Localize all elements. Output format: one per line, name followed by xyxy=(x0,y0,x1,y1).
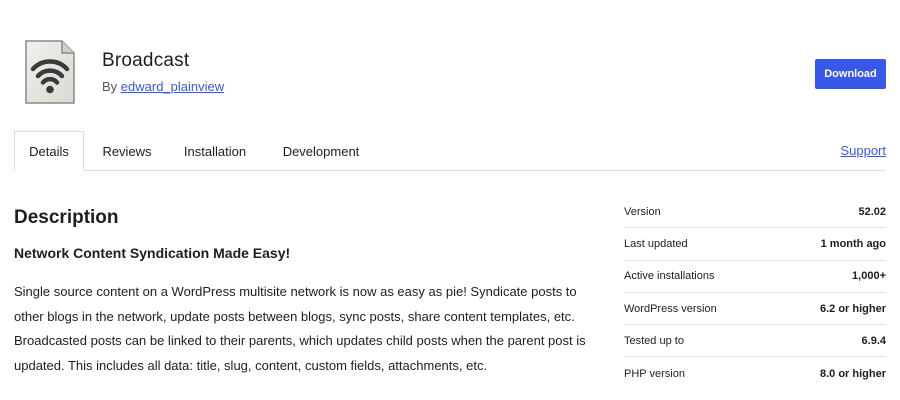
meta-row-active-installations: Active installations 1,000+ xyxy=(624,261,886,293)
support-link[interactable]: Support xyxy=(840,143,886,158)
meta-row-wordpress-version: WordPress version 6.2 or higher xyxy=(624,293,886,326)
wifi-document-icon xyxy=(22,38,78,106)
plugin-title: Broadcast xyxy=(102,50,190,71)
meta-label: Last updated xyxy=(624,237,688,250)
description-subheading: Network Content Syndication Made Easy! xyxy=(14,245,291,261)
meta-value: 1,000+ xyxy=(852,270,886,283)
meta-value: 1 month ago xyxy=(820,237,886,250)
tab-installation[interactable]: Installation xyxy=(170,131,260,171)
meta-value: 8.0 or higher xyxy=(819,367,886,380)
meta-row-php-version: PHP version 8.0 or higher xyxy=(624,357,886,389)
meta-label: Version xyxy=(624,205,661,218)
plugin-meta: Version 52.02 Last updated 1 month ago A… xyxy=(624,196,886,390)
byline-prefix: By xyxy=(102,79,118,94)
meta-label: WordPress version xyxy=(624,302,717,315)
plugin-tabs: Details Reviews Installation Development… xyxy=(14,131,886,171)
plugin-page: Broadcast By edward_plainview Download D… xyxy=(0,0,900,400)
plugin-byline: By edward_plainview xyxy=(102,79,224,94)
meta-row-version: Version 52.02 xyxy=(624,196,886,229)
meta-row-last-updated: Last updated 1 month ago xyxy=(624,228,886,261)
author-link[interactable]: edward_plainview xyxy=(121,79,224,94)
meta-label: PHP version xyxy=(624,367,685,380)
tab-development[interactable]: Development xyxy=(265,131,377,171)
meta-value: 52.02 xyxy=(858,205,886,218)
meta-label: Tested up to xyxy=(624,334,684,347)
download-button[interactable]: Download xyxy=(815,59,886,89)
plugin-header: Broadcast By edward_plainview Download xyxy=(0,0,900,120)
meta-value: 6.2 or higher xyxy=(819,302,886,315)
tab-details[interactable]: Details xyxy=(14,131,84,171)
meta-value: 6.9.4 xyxy=(861,334,886,347)
tab-reviews[interactable]: Reviews xyxy=(88,131,166,171)
description-paragraph: Single source content on a WordPress mul… xyxy=(14,284,586,373)
meta-row-tested-up-to: Tested up to 6.9.4 xyxy=(624,325,886,358)
meta-label: Active installations xyxy=(624,270,715,283)
description-heading: Description xyxy=(14,207,119,228)
